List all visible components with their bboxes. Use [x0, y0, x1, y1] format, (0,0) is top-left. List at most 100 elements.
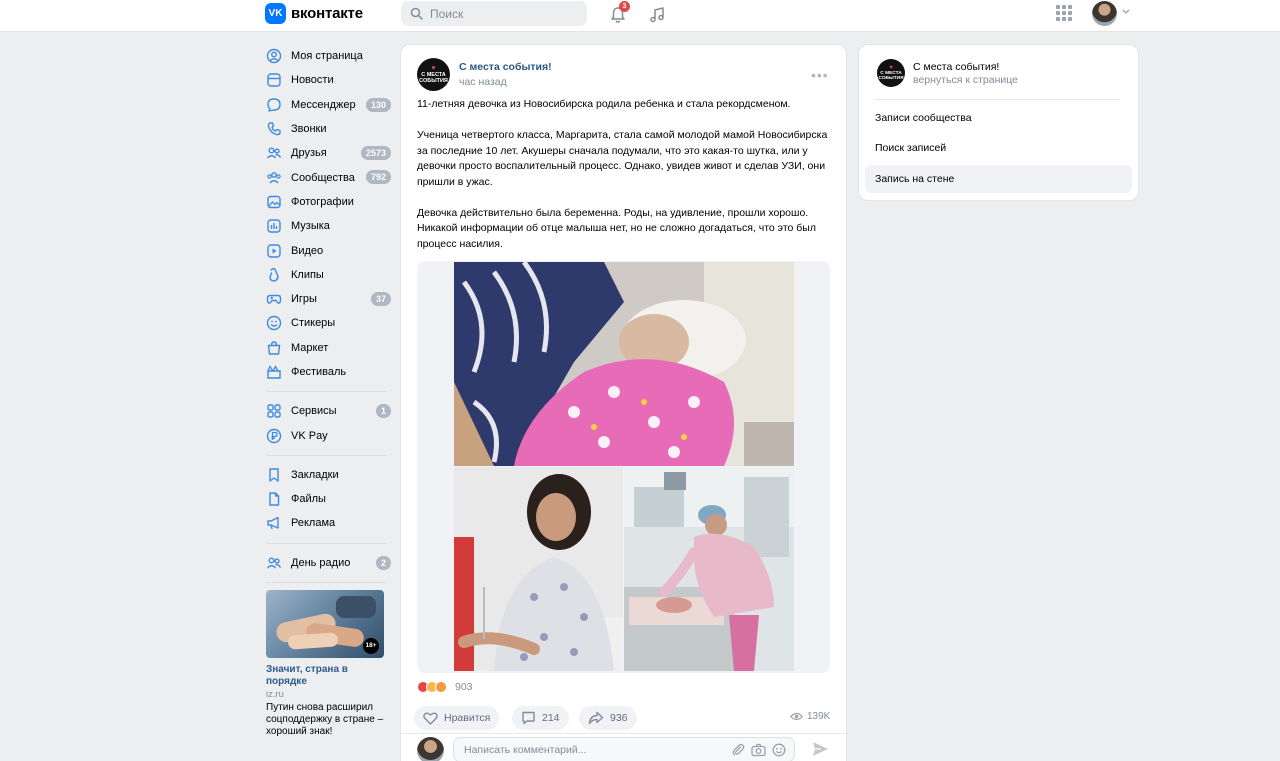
- post-photo-grid: [417, 261, 830, 673]
- post-photo[interactable]: [624, 467, 794, 671]
- feed-post: ♥ С МЕСТА СОБЫТИЯ С места события! час н…: [401, 45, 846, 761]
- sidebar-item[interactable]: Новости: [266, 68, 396, 92]
- sidebar-item[interactable]: Мессенджер 130: [266, 93, 396, 117]
- sidebar-item[interactable]: Видео: [266, 238, 396, 262]
- comment-box[interactable]: [453, 737, 795, 761]
- sidebar-item[interactable]: Клипы: [266, 263, 396, 287]
- sidebar-item-label: Стикеры: [291, 317, 336, 330]
- nav-divider: [266, 581, 386, 583]
- sidebar-item[interactable]: Файлы: [266, 487, 396, 511]
- sidebar-item[interactable]: Закладки: [266, 463, 396, 487]
- sidebar-item[interactable]: Друзья 2573: [266, 141, 396, 165]
- bag-icon: [266, 340, 282, 356]
- community-avatar[interactable]: ♥ С МЕСТА СОБЫТИЯ: [877, 59, 905, 87]
- like-button[interactable]: Нравится: [414, 706, 500, 730]
- age-rating-badge: 18+: [363, 637, 379, 654]
- counter-badge: 2: [375, 555, 391, 570]
- nav-divider: [266, 542, 386, 544]
- reactions-count: 903: [455, 681, 473, 693]
- back-to-page-link[interactable]: вернуться к странице: [913, 74, 1018, 86]
- reactions-summary[interactable]: 903: [417, 681, 473, 693]
- post-photo[interactable]: [454, 467, 623, 671]
- vk-logo[interactable]: VK вконтакте: [265, 3, 363, 24]
- menu-item-community-posts[interactable]: Записи сообщества: [865, 104, 1132, 132]
- camera-icon[interactable]: [751, 743, 766, 757]
- post-paragraph: Девочка действительно была беременна. Ро…: [417, 206, 816, 250]
- comment-button[interactable]: 214: [512, 706, 569, 730]
- promo-text: Путин снова расширил соцподдержку в стра…: [266, 701, 384, 737]
- promo-card[interactable]: 18+ Значит, страна в порядке iz.ru Путин…: [266, 589, 396, 738]
- apps-grid-button[interactable]: [1056, 5, 1072, 24]
- current-user-avatar[interactable]: [417, 737, 444, 761]
- nav-divider: [266, 391, 386, 393]
- sidebar-item[interactable]: VK Pay: [266, 423, 396, 447]
- notification-count-badge: 3: [619, 1, 630, 12]
- sidebar-item[interactable]: Моя страница: [266, 44, 396, 68]
- top-bar: VK вконтакте 3: [0, 0, 1280, 32]
- counter-badge: 1: [375, 404, 391, 419]
- sidebar-item[interactable]: Звонки: [266, 117, 396, 141]
- sidebar-item-label: Друзья: [291, 147, 327, 160]
- sidebar-item[interactable]: Фестиваль: [266, 360, 396, 384]
- sidebar-item-label: Фотографии: [291, 195, 354, 208]
- festival-icon: [266, 364, 282, 380]
- sidebar-item[interactable]: Реклама: [266, 511, 396, 535]
- sidebar-item-label: Игры: [291, 293, 317, 306]
- friends-icon: [266, 145, 282, 161]
- promo-image[interactable]: 18+: [266, 589, 384, 658]
- attach-icon[interactable]: [731, 743, 745, 757]
- sidebar-item[interactable]: Стикеры: [266, 311, 396, 335]
- more-options-icon[interactable]: •••: [811, 67, 829, 83]
- gamepad-icon: [266, 291, 282, 307]
- post-author[interactable]: С места события!: [459, 61, 552, 73]
- search-input[interactable]: [430, 6, 570, 21]
- search-bar[interactable]: [401, 1, 587, 26]
- sad-reaction-icon: [435, 681, 447, 693]
- sidebar-item-label: Реклама: [291, 517, 336, 530]
- community-avatar[interactable]: ♥ С МЕСТА СОБЫТИЯ: [417, 58, 450, 91]
- sidebar-item-label: Видео: [291, 244, 324, 257]
- sidebar-item[interactable]: Маркет: [266, 336, 396, 360]
- counter-badge: 792: [365, 170, 391, 185]
- comments-count: 214: [542, 712, 560, 724]
- music-icon: [266, 218, 282, 234]
- send-icon[interactable]: [812, 741, 829, 757]
- views-counter: 139K: [790, 711, 830, 722]
- avatar-text: СОБЫТИЯ: [878, 76, 904, 81]
- comment-icon: [522, 711, 535, 725]
- counter-badge: 2573: [360, 146, 391, 161]
- post-paragraph: 11-летняя девочка из Новосибирска родила…: [417, 98, 791, 110]
- vk-logo-icon: VK: [265, 3, 286, 24]
- avatar-text: СОБЫТИЯ: [419, 78, 448, 84]
- post-time[interactable]: час назад: [459, 76, 507, 88]
- sidebar-item[interactable]: Фотографии: [266, 190, 396, 214]
- sidebar-item[interactable]: День радио 2: [266, 551, 396, 575]
- smile-icon: [266, 315, 282, 331]
- sidebar-item-label: Сообщества: [291, 171, 355, 184]
- sidebar-item[interactable]: Музыка: [266, 214, 396, 238]
- share-button[interactable]: 936: [579, 706, 637, 730]
- chevron-down-icon[interactable]: [1122, 9, 1130, 15]
- community-name[interactable]: С места события!: [913, 61, 999, 73]
- notifications-button[interactable]: 3: [607, 1, 630, 26]
- sidebar-item[interactable]: Сервисы 1: [266, 399, 396, 423]
- sidebar-item-label: Фестиваль: [291, 366, 347, 378]
- photo-icon: [266, 194, 282, 210]
- music-player-button[interactable]: [646, 4, 668, 26]
- post-photo[interactable]: [454, 262, 794, 466]
- share-icon: [588, 711, 604, 725]
- sidebar-item[interactable]: Сообщества 792: [266, 165, 396, 189]
- promo-title[interactable]: Значит, страна в порядке: [266, 664, 384, 688]
- menu-item-wall-post[interactable]: Запись на стене: [865, 165, 1132, 193]
- left-sidebar: Моя страница Новости Мессенджер 130 Звонки Др…: [266, 44, 396, 738]
- promo-source[interactable]: iz.ru: [266, 689, 396, 700]
- sidebar-item[interactable]: Игры 37: [266, 287, 396, 311]
- vkpay-icon: [266, 428, 282, 444]
- comment-input[interactable]: [464, 743, 714, 756]
- logo-text: вконтакте: [291, 5, 363, 22]
- user-avatar[interactable]: [1092, 1, 1117, 26]
- right-panel: ♥ С МЕСТА СОБЫТИЯ С места события! верну…: [859, 45, 1138, 200]
- emoji-icon[interactable]: [772, 743, 786, 757]
- grid-icon: [1056, 5, 1072, 21]
- menu-item-search-posts[interactable]: Поиск записей: [865, 134, 1132, 162]
